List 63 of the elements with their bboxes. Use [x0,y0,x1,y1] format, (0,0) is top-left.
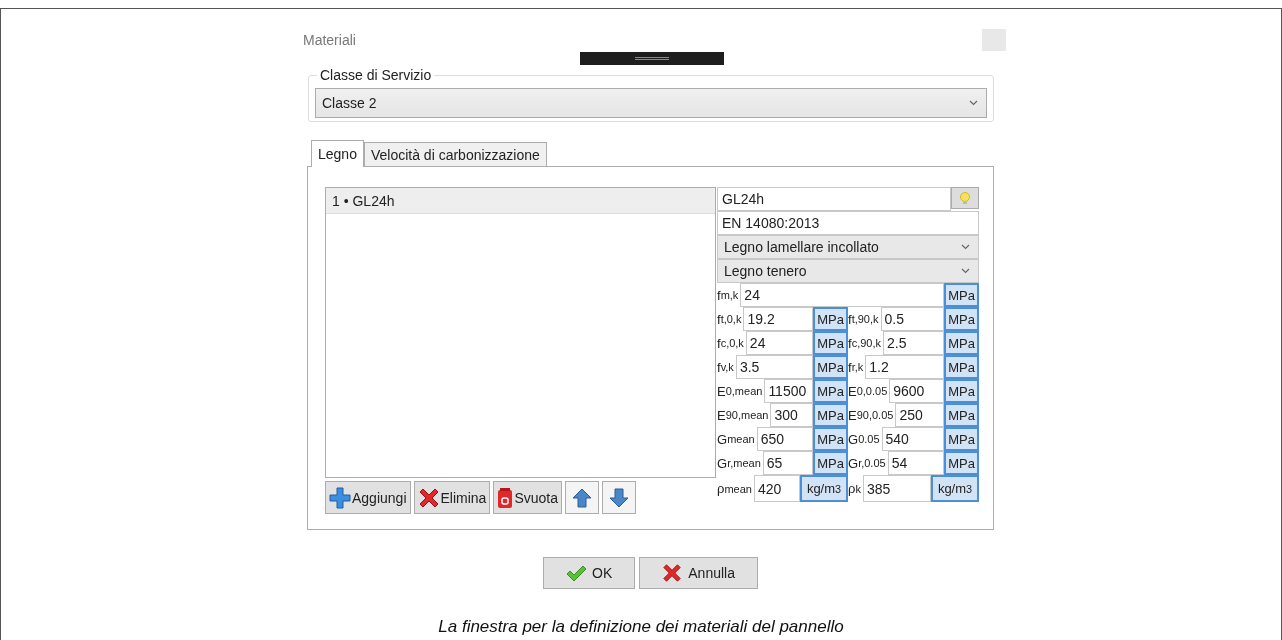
group-label: Classe di Servizio [317,67,435,83]
value-field[interactable]: 540 [881,427,944,451]
value-field[interactable]: 250 [895,403,944,427]
drag-handle[interactable] [579,52,724,65]
clear-button[interactable]: Svuota [493,481,562,514]
value-field[interactable]: 24 [740,283,944,307]
material-list[interactable]: 1 • GL24h [325,187,716,478]
unit-label: MPa [813,331,848,355]
unit-label: MPa [813,355,848,379]
unit-label: MPa [813,379,848,403]
unit-label: MPa [944,451,979,475]
down-arrow-icon [609,487,629,508]
ok-button[interactable]: OK [543,557,636,589]
unit-label: MPa [813,427,848,451]
value-field[interactable]: 11500 [764,379,813,403]
list-item[interactable]: 1 • GL24h [326,188,715,214]
delete-button[interactable]: Elimina [413,481,491,514]
value-field[interactable]: 54 [887,451,944,475]
figure-caption: La finestra per la definizione dei materiali del pannello [438,617,844,637]
trash-can-icon [497,486,514,509]
wood-category-dropdown[interactable]: Legno tenero [717,259,979,283]
unit-label: MPa [944,427,979,451]
unit-label: MPa [813,451,848,475]
add-button[interactable]: Aggiungi [325,481,411,514]
value-field[interactable]: 3.5 [735,355,813,379]
wood-type-dropdown[interactable]: Legno lamellare incollato [717,235,979,259]
unit-label: MPa [944,331,979,355]
value-field[interactable]: 420 [753,475,800,502]
unit-label: MPa [944,379,979,403]
unit-label: MPa [813,403,848,427]
window-title: Materiali [303,32,356,48]
value-field[interactable]: 0.5 [880,307,944,331]
cancel-button[interactable]: Annulla [639,557,758,589]
tab[interactable]: Velocità di carbonizzazione [363,142,547,166]
plus-icon [329,486,351,509]
cross-icon [417,486,440,509]
light-bulb-icon [960,191,970,205]
value-field[interactable]: 650 [756,427,813,451]
chevron-down-icon [961,268,970,274]
tab[interactable]: Legno [311,140,364,167]
cross-icon [662,563,683,583]
value-field[interactable]: 300 [770,403,813,427]
unit-label: MPa [944,307,979,331]
unit-label: MPa [944,403,979,427]
value-field[interactable]: 24 [745,331,813,355]
unit-label: MPa [944,283,979,307]
value-field[interactable]: 9600 [889,379,944,403]
check-icon [566,565,587,581]
value-field[interactable]: 19.2 [743,307,813,331]
value-field[interactable]: 385 [862,475,931,502]
name-field[interactable]: GL24h [717,187,951,211]
chevron-down-icon [969,100,978,106]
down-button[interactable] [602,481,636,514]
value-field[interactable]: 65 [762,451,813,475]
standard-field[interactable]: EN 14080:2013 [717,211,979,235]
value-field[interactable]: 2.5 [883,331,944,355]
value-field[interactable]: 1.2 [865,355,944,379]
chevron-down-icon [961,244,970,250]
up-button[interactable] [565,481,599,514]
unit-label: MPa [813,307,848,331]
up-arrow-icon [572,487,592,508]
unit-label: MPa [944,355,979,379]
service-class-dropdown[interactable]: Classe 2 [315,88,987,118]
